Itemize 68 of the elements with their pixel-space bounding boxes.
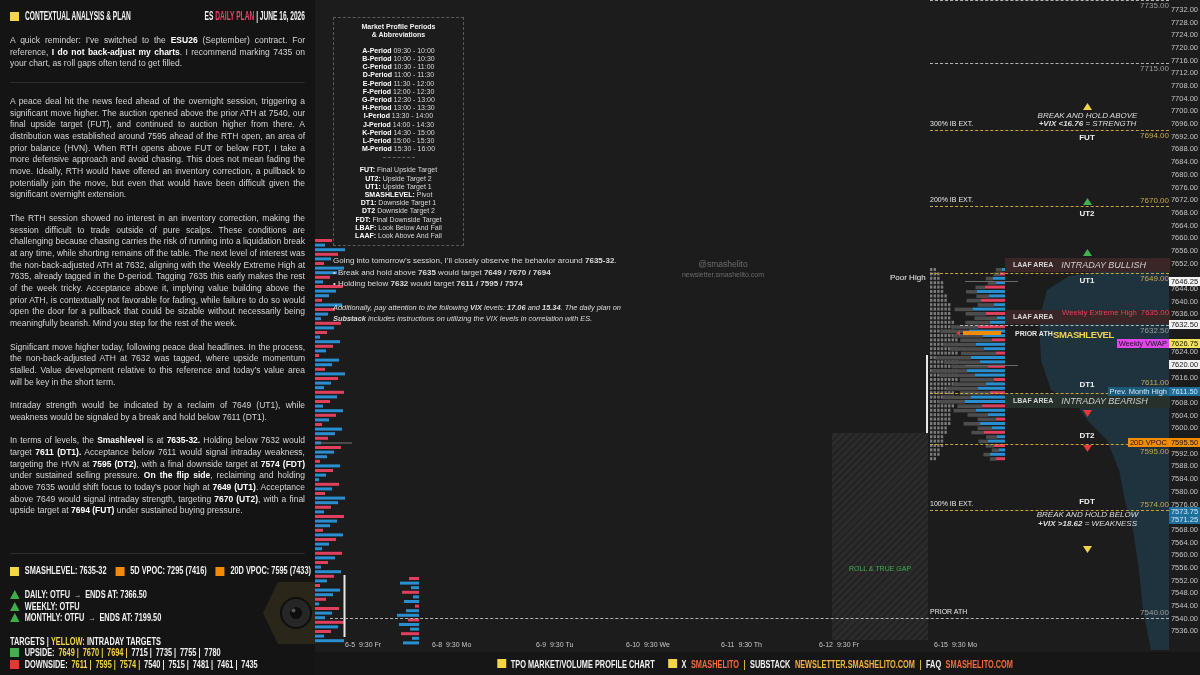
target-value: 7780 (204, 647, 221, 659)
key-level-label: 20D VPOC: 7595 (7433) (230, 565, 311, 577)
analysis-paragraph: In terms of levels, the Smashlevel is at 7635-32. Holding below 7632 would target 7611 (DT1). Acceptance below 7611 would signal intraday weakness, targeting the HVN at 7595 (DT2), with a final downside target at 7574 (FDT) under sustained selling pressure. On the flip side, reclaiming and holding above 7635 would shift focus to today’s poor high at 7649 (UT1). Acceptance above 7649 would signal intraday strength, targeting 7670 (UT2), with a final upside target at 7694 (FUT) under sustained buying pressure. (10, 435, 305, 518)
chart-note: Poor High (890, 273, 926, 283)
targets-heading: TARGETS | YELLOW: INTRADAY TARGETS (10, 635, 161, 647)
level-price: 7611.00 (1140, 378, 1169, 388)
bullet-item: • Break and hold above 7635 would target 7649 / 7670 / 7694 (333, 266, 552, 279)
target-value: 7595 | (95, 658, 116, 670)
analysis-paragraph: A peace deal hit the news feed ahead of the overnight session, triggering a significant move higher. The auction opened above the prior ATH at 7540, our final upside target (FUT), and continued to auction higher from there. A distribution was established around 7595 ahead of the RTH open, an area of prior balance (HVN). When RTH opens above FUT or below FDT, I take a more defensive approach and avoid chasing. This does not mean fading the move. Ideally, RTH would have offered an inventory correction, a pullback to potentially join the move, but even that would have been difficult given the significant overnight extension. (10, 95, 305, 202)
analysis-paragraph: Intraday strength would be indicated by a reclaim of 7649 (UT1), while weakness would be signaled by a break and hold below 7611 (DT1). (10, 400, 305, 424)
trend-label: WEEKLY: OTFU (24, 600, 80, 612)
level-price: 7632.50 (1140, 325, 1169, 335)
target-label: UT1 (1079, 275, 1095, 285)
target-value: 7515 | (168, 658, 189, 670)
analysis-paragraph: The RTH session showed no interest in an inventory correction, making the session difficult to trade outside of pure scalps. These conditions are challenging because chasing carries the risk of running into a liquidation break at any time, while shorting remains off the table. The next level of interest was the non-back-adjusted ATH at 7632, aligning with the Weekly Extreme High at 7635, already tagged in the D-period. Tagging 7635 this early makes the rest of the week tricky. Acceptance above it, implying value building above the prior ATH, is contextually not favorable for fading, while failure to do so would open the door for a pullback that could be sizable without necessarily being meaningfully bearish. Mind you step for the rest of the week. (10, 212, 305, 330)
key-level-label: SMASHLEVEL: 7635-32 (24, 565, 107, 577)
target-row-label: UPSIDE: (24, 647, 55, 659)
bullet-item: • Holding below 7632 would target 7611 / 7595 / 7574 (333, 278, 524, 290)
analysis-paragraph: Significant move higher today, following peace deal headlines. In the process, the non-back-adjusted ATH at 7632 was tagged, where upside momentum stalled. Value development relative to this reference and today’s value area will be key in the short term. (10, 341, 305, 389)
signal-note: BREAK AND HOLD ABOVE +VIX <16.76 = STRENGTH (1037, 111, 1138, 129)
panel-title: CONTEXTUAL ANALYSIS & PLAN (25, 10, 131, 22)
target-value: 7694 | (107, 647, 128, 659)
target-label: DT1 (1079, 380, 1095, 390)
reminder-text: A quick reminder: I’ve switched to the ESU26 (September) contract. For reference, I do not back-adjust my charts. I recommend marking 7435 on your chart, as roll gaps often tend to get filled. (10, 35, 305, 71)
level-price: 7649.00 (1140, 273, 1169, 283)
target-label: FUT (1079, 132, 1095, 142)
level-price: 7574.00 (1140, 500, 1169, 510)
footer-link[interactable]: SMASHELITO.COM (945, 657, 1014, 670)
pivot-label: SMASHLEVEL (1053, 329, 1114, 341)
target-value: 7574 | (119, 658, 141, 670)
footer-label: X (681, 657, 687, 670)
target-row-label: DOWNSIDE: (24, 658, 68, 670)
target-value: 7735 | (155, 647, 177, 659)
target-value: 7461 | (217, 658, 238, 670)
target-label: DT2 (1079, 430, 1095, 440)
watermark-handle: @smashelito (698, 259, 748, 269)
level-price: 7595.00 (1140, 446, 1169, 456)
footer-label: TPO MARKET/VOLUME PROFILE CHART (510, 657, 655, 670)
target-value: 7755 | (180, 647, 201, 659)
area-title: INTRADAY BEARISH (1061, 396, 1148, 407)
key-level-label: 5D VPOC: 7295 (7416) (130, 565, 207, 577)
square-icon (10, 11, 19, 21)
target-value: 7611 | (71, 658, 92, 670)
footer-link[interactable]: SMASHELITO (691, 657, 740, 670)
target-label: FDT (1079, 497, 1095, 507)
level-price: 7540.00 (1140, 608, 1169, 618)
level-price: 7715.00 (1140, 64, 1169, 74)
trend-label: MONTHLY: OTFU → ENDS AT: 7199.50 (24, 612, 162, 624)
plan-heading: ES DAILY PLAN | JUNE 16, 2026 (204, 10, 305, 22)
footer-label: SUBSTACK (750, 657, 791, 670)
level-price: 7694.00 (1140, 130, 1169, 140)
trend-label: DAILY: OTFU → ENDS AT: 7366.50 (24, 589, 147, 601)
signal-note: BREAK AND HOLD BELOW +VIX >18.62 = WEAKNESS (1036, 511, 1139, 529)
outlook-text: Going into tomorrow’s session, I’ll closely observe the behavior around 7635-32. (333, 255, 618, 267)
area-title: INTRADAY BULLISH (1061, 259, 1146, 270)
target-value: 7435 (241, 658, 258, 670)
target-value: 7540 | (144, 658, 165, 670)
footer-separator: | (919, 657, 922, 670)
level-price: 7670.00 (1140, 196, 1169, 206)
target-value: 7649 | (58, 647, 79, 659)
target-label: UT2 (1079, 209, 1095, 219)
level-price: 7735.00 (1140, 1, 1169, 10)
footer-label: FAQ (926, 657, 942, 670)
target-value: 7715 | (131, 647, 152, 659)
footer-separator: | (743, 657, 746, 670)
target-value: 7670 | (82, 647, 104, 659)
footer-link[interactable]: NEWSLETTER.SMASHELITO.COM (795, 657, 916, 670)
target-value: 7481 | (192, 658, 214, 670)
